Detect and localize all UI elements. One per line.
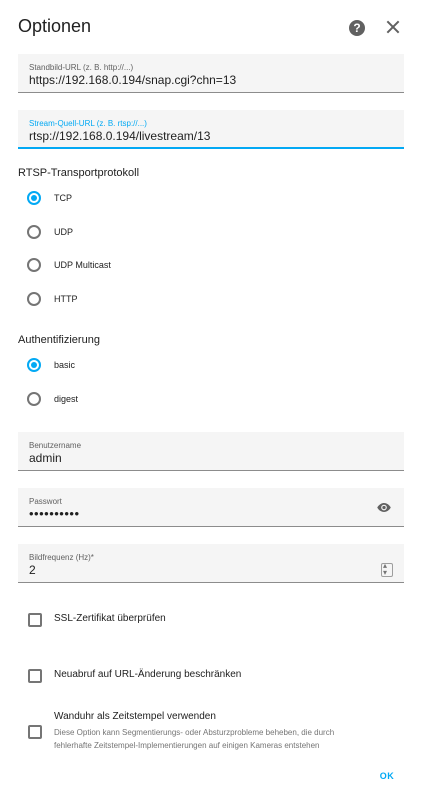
frame-rate-field[interactable]: Bildfrequenz (Hz)* 2 xyxy=(18,544,404,583)
username-value[interactable]: admin xyxy=(29,451,62,465)
radio-udp-multicast[interactable] xyxy=(27,258,41,272)
still-image-url-value[interactable]: https://192.168.0.194/snap.cgi?chn=13 xyxy=(29,73,236,87)
close-icon[interactable] xyxy=(385,19,401,35)
radio-udp-multicast-label: UDP Multicast xyxy=(54,260,111,270)
radio-udp[interactable] xyxy=(27,225,41,239)
still-image-url-label: Standbild-URL (z. B. http://...) xyxy=(29,63,134,72)
radio-tcp[interactable] xyxy=(27,191,41,205)
stream-source-url-value[interactable]: rtsp://192.168.0.194/livestream/13 xyxy=(29,129,210,143)
radio-basic[interactable] xyxy=(27,358,41,372)
number-stepper-icon[interactable] xyxy=(381,561,393,577)
ok-button[interactable]: OK xyxy=(374,767,400,785)
rtsp-transport-label: RTSP-Transportprotokoll xyxy=(18,167,140,179)
username-label: Benutzername xyxy=(29,441,82,450)
password-value[interactable]: •••••••••• xyxy=(29,506,80,521)
radio-digest[interactable] xyxy=(27,392,41,406)
dialog-title: Optionen xyxy=(18,16,92,36)
frame-rate-value[interactable]: 2 xyxy=(29,563,36,577)
limit-refetch-checkbox[interactable] xyxy=(28,669,42,683)
radio-http-label: HTTP xyxy=(54,294,78,304)
still-image-url-field[interactable]: Standbild-URL (z. B. http://...) https:/… xyxy=(18,54,404,93)
wallclock-label: Wanduhr als Zeitstempel verwenden xyxy=(54,711,216,722)
help-circle-icon[interactable]: ? xyxy=(349,20,365,36)
authentication-label: Authentifizierung xyxy=(18,334,100,346)
limit-refetch-label: Neuabruf auf URL-Änderung beschränken xyxy=(54,669,242,680)
radio-http[interactable] xyxy=(27,292,41,306)
radio-digest-label: digest xyxy=(54,394,79,404)
password-label: Passwort xyxy=(29,497,62,506)
stream-source-url-label: Stream-Quell-URL (z. B. rtsp://...) xyxy=(29,119,147,128)
verify-ssl-label: SSL-Zertifikat überprüfen xyxy=(54,613,166,624)
radio-basic-label: basic xyxy=(54,360,76,370)
verify-ssl-checkbox[interactable] xyxy=(28,613,42,627)
password-field[interactable]: Passwort •••••••••• xyxy=(18,488,404,527)
frame-rate-label: Bildfrequenz (Hz)* xyxy=(29,553,94,562)
username-field[interactable]: Benutzername admin xyxy=(18,432,404,471)
wallclock-checkbox[interactable] xyxy=(28,725,42,739)
radio-udp-label: UDP xyxy=(54,227,74,237)
radio-tcp-label: TCP xyxy=(54,193,72,203)
eye-icon[interactable] xyxy=(377,503,391,512)
stream-source-url-field[interactable]: Stream-Quell-URL (z. B. rtsp://...) rtsp… xyxy=(18,110,404,149)
wallclock-description: Diese Option kann Segmentierungs- oder A… xyxy=(54,728,335,750)
